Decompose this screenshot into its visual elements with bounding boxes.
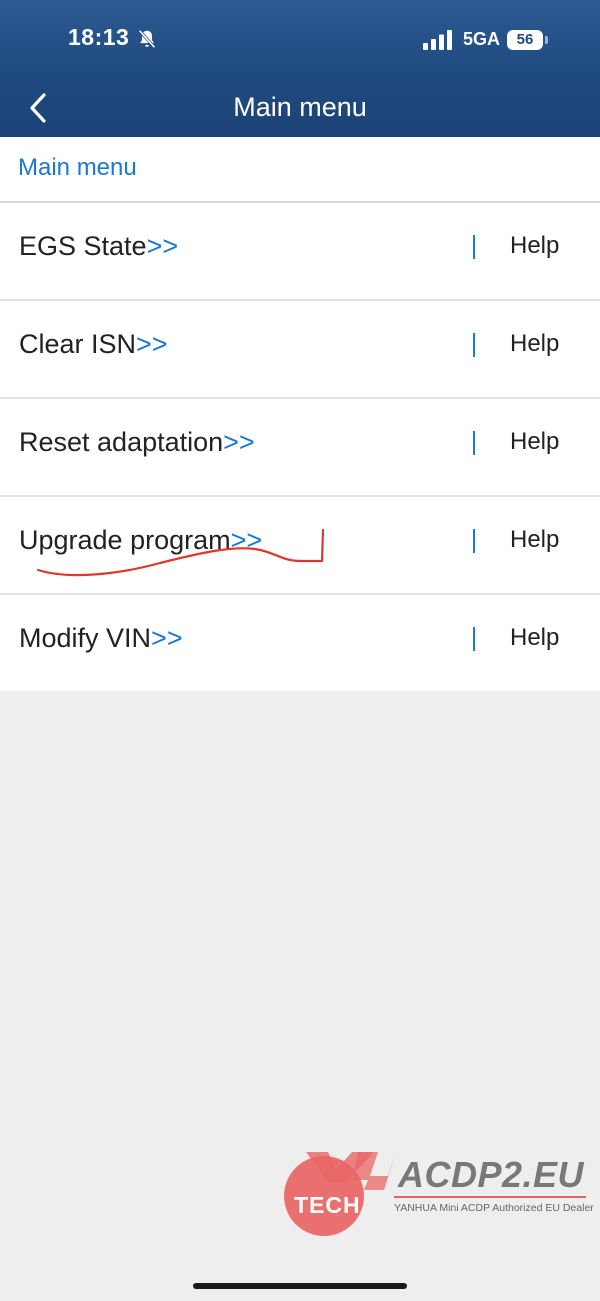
watermark-rule [394,1196,586,1198]
item-label: Upgrade program [19,525,231,555]
app-header: 18:13 5GA 56 Main menu [0,0,600,137]
watermark: TECH ACDP2.EU YANHUA Mini ACDP Authorize… [270,1140,600,1240]
divider [473,235,475,259]
egs-state-link[interactable]: EGS State>> [19,203,178,299]
item-arrow: >> [136,329,168,359]
menu-item-modify-vin: Modify VIN>> Help [0,595,600,691]
watermark-site: ACDP2.EU [398,1154,585,1195]
help-button[interactable]: Help [510,301,559,397]
breadcrumb-bar: Main menu [0,137,600,203]
signal-bars-icon [423,30,452,50]
menu-item-reset-adaptation: Reset adaptation>> Help [0,399,600,497]
help-button[interactable]: Help [510,203,559,299]
divider [473,627,475,651]
bell-slash-icon [138,29,156,49]
item-arrow: >> [146,231,179,261]
item-arrow: >> [223,427,255,457]
clear-isn-link[interactable]: Clear ISN>> [19,301,168,397]
upgrade-program-link[interactable]: Upgrade program>> [19,497,262,593]
breadcrumb-main-menu[interactable]: Main menu [18,154,137,182]
item-label: Clear ISN [19,329,137,359]
help-button[interactable]: Help [510,399,559,495]
watermark-tagline: YANHUA Mini ACDP Authorized EU Dealer [394,1202,594,1214]
item-label: Modify VIN [19,623,152,653]
item-label: Reset adaptation [19,427,224,457]
menu-item-clear-isn: Clear ISN>> Help [0,301,600,399]
menu-item-upgrade-program: Upgrade program>> Help [0,497,600,595]
divider [473,333,475,357]
page-title: Main menu [233,92,367,122]
home-indicator[interactable] [193,1283,407,1289]
network-type: 5GA [463,29,501,49]
battery-indicator: 56 [507,30,543,50]
item-arrow: >> [151,623,183,653]
modify-vin-link[interactable]: Modify VIN>> [19,595,183,691]
reset-adaptation-link[interactable]: Reset adaptation>> [19,399,255,495]
function-menu: EGS State>> Help Clear ISN>> Help Reset … [0,203,600,691]
help-button[interactable]: Help [510,595,559,691]
divider [473,431,475,455]
help-button[interactable]: Help [510,497,559,593]
divider [473,529,475,553]
menu-item-egs-state: EGS State>> Help [0,203,600,301]
status-time: 18:13 [68,24,130,50]
watermark-logo-text: TECH [294,1192,361,1218]
item-label: EGS State [19,231,147,261]
item-arrow: >> [230,525,263,555]
battery-tip [545,36,548,44]
